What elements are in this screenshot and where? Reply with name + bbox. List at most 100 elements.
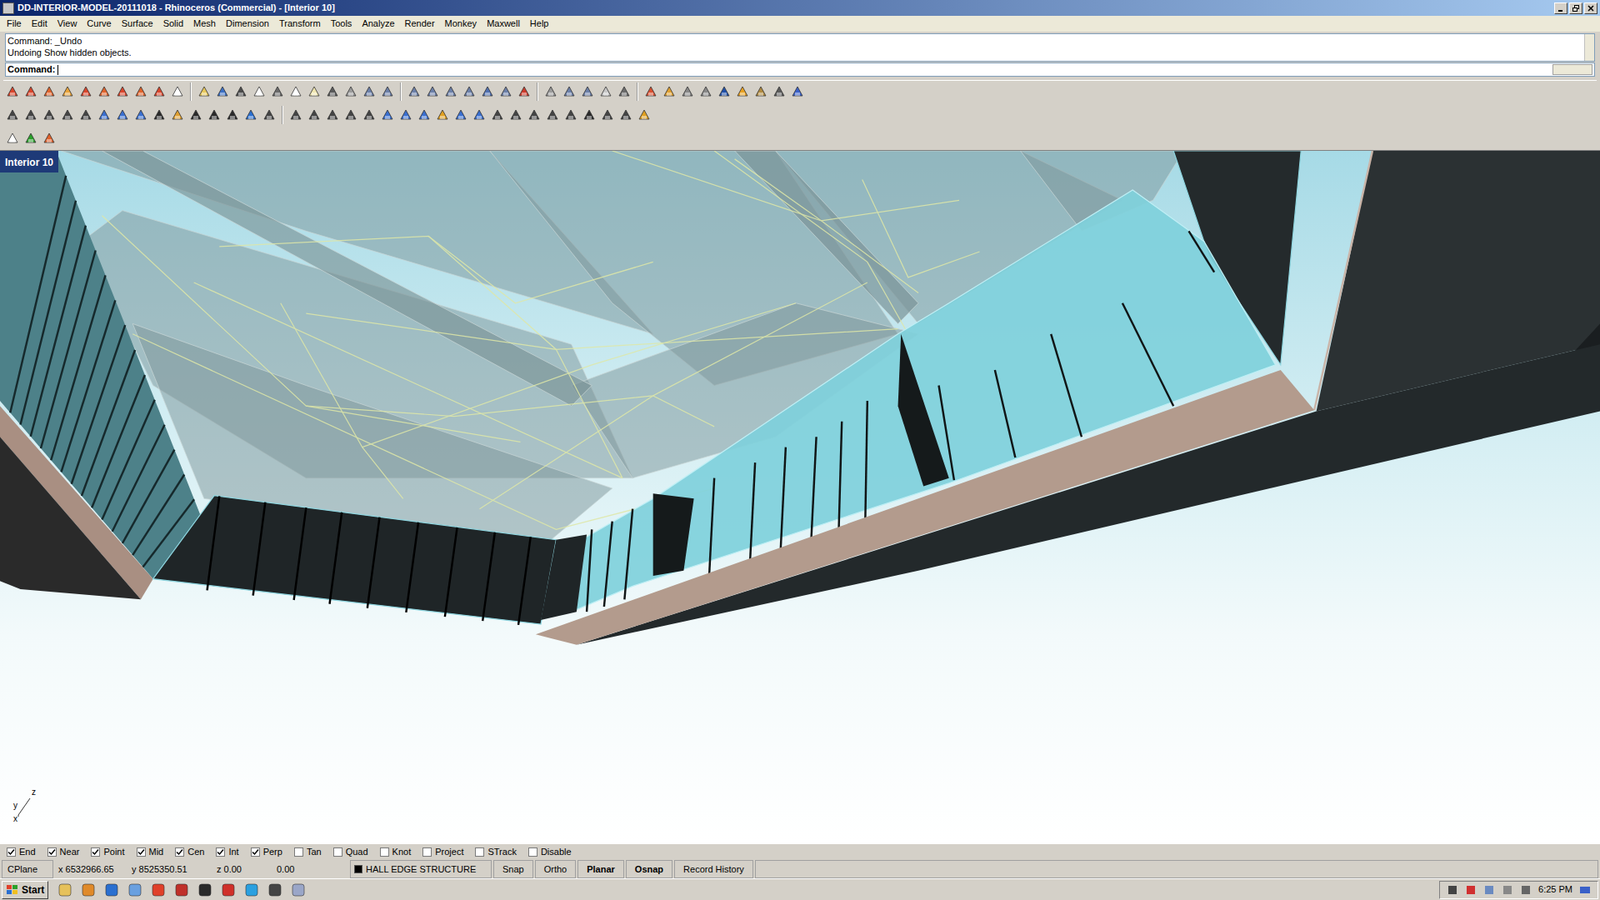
toolbar-button[interactable] bbox=[3, 105, 22, 125]
model-scene[interactable] bbox=[0, 150, 1600, 844]
menu-item[interactable]: View bbox=[52, 19, 83, 29]
toolbar-button[interactable] bbox=[506, 105, 525, 125]
toolbar-button[interactable] bbox=[168, 105, 187, 125]
tray-icon[interactable] bbox=[1483, 884, 1495, 896]
toolbar-button[interactable] bbox=[488, 105, 507, 125]
osnap-item[interactable]: End bbox=[6, 847, 36, 857]
toolbar-button[interactable] bbox=[323, 105, 342, 125]
toolbar-button[interactable] bbox=[433, 105, 452, 125]
menu-item[interactable]: Tools bbox=[325, 19, 358, 29]
toolbar-button[interactable] bbox=[76, 82, 95, 101]
toolbar-button[interactable] bbox=[715, 82, 734, 101]
osnap-item[interactable]: Project bbox=[422, 847, 464, 857]
toolbar-button[interactable] bbox=[396, 105, 415, 125]
toolbar-button[interactable] bbox=[286, 105, 305, 125]
status-toggle[interactable]: Osnap bbox=[625, 860, 673, 879]
taskbar-app[interactable] bbox=[56, 881, 74, 899]
taskbar-app[interactable] bbox=[290, 881, 307, 899]
taskbar-app[interactable] bbox=[220, 881, 237, 899]
menu-item[interactable]: Surface bbox=[116, 19, 159, 29]
toolbar-button[interactable] bbox=[580, 105, 599, 125]
menu-item[interactable]: Edit bbox=[26, 19, 53, 29]
taskbar-app[interactable] bbox=[196, 881, 214, 899]
toolbar-button[interactable] bbox=[260, 105, 279, 125]
toolbar-button[interactable] bbox=[58, 105, 77, 125]
osnap-item[interactable]: Mid bbox=[136, 847, 165, 857]
taskbar-app[interactable] bbox=[173, 881, 190, 899]
toolbar-button[interactable] bbox=[525, 105, 544, 125]
checkbox[interactable] bbox=[475, 847, 485, 857]
toolbar-button[interactable] bbox=[305, 105, 324, 125]
toolbar-button[interactable] bbox=[470, 105, 489, 125]
menu-item[interactable]: File bbox=[1, 19, 27, 29]
toolbar-button[interactable] bbox=[423, 82, 442, 101]
osnap-item[interactable]: Point bbox=[90, 847, 125, 857]
toolbar-button[interactable] bbox=[678, 82, 697, 101]
toolbar-button[interactable] bbox=[186, 105, 205, 125]
desktop-icon[interactable] bbox=[1579, 884, 1591, 896]
toolbar-button[interactable] bbox=[341, 82, 360, 101]
osnap-item[interactable]: Knot bbox=[380, 847, 412, 857]
toolbar-button[interactable] bbox=[515, 82, 534, 101]
checkbox[interactable] bbox=[90, 847, 100, 857]
toolbar-button[interactable] bbox=[660, 82, 679, 101]
toolbar-button[interactable] bbox=[323, 82, 342, 101]
menu-item[interactable]: Solid bbox=[158, 19, 189, 29]
max-button[interactable] bbox=[1569, 2, 1583, 15]
osnap-item[interactable]: Disable bbox=[528, 847, 572, 857]
osnap-item[interactable]: Tan bbox=[294, 847, 322, 857]
menu-item[interactable]: Mesh bbox=[188, 19, 221, 29]
toolbar-button[interactable] bbox=[113, 82, 132, 101]
osnap-item[interactable]: Near bbox=[47, 847, 80, 857]
osnap-item[interactable]: Perp bbox=[250, 847, 283, 857]
taskbar-app[interactable] bbox=[150, 881, 167, 899]
status-toggle[interactable]: Planar bbox=[577, 860, 625, 879]
toolbar-button[interactable] bbox=[131, 82, 150, 101]
tray-icon[interactable] bbox=[1465, 884, 1477, 896]
toolbar-button[interactable] bbox=[696, 82, 715, 101]
toolbar-button[interactable] bbox=[598, 105, 617, 125]
menu-item[interactable]: Monkey bbox=[440, 19, 483, 29]
toolbar-button[interactable] bbox=[95, 105, 114, 125]
menu-item[interactable]: Dimension bbox=[220, 19, 275, 29]
toolbar-button[interactable] bbox=[496, 82, 515, 101]
tray-icon[interactable] bbox=[1501, 884, 1514, 896]
toolbar-button[interactable] bbox=[76, 105, 95, 125]
toolbar-button[interactable] bbox=[40, 105, 59, 125]
toolbar-button[interactable] bbox=[541, 82, 560, 101]
checkbox[interactable] bbox=[6, 847, 16, 857]
checkbox[interactable] bbox=[250, 847, 260, 857]
checkbox[interactable] bbox=[422, 847, 432, 857]
min-button[interactable] bbox=[1554, 2, 1568, 15]
toolbar-button[interactable] bbox=[441, 82, 460, 101]
toolbar-button[interactable] bbox=[113, 105, 132, 125]
toolbar-button[interactable] bbox=[150, 82, 169, 101]
toolbar-button[interactable] bbox=[305, 82, 324, 101]
menu-item[interactable]: Curve bbox=[81, 19, 116, 29]
toolbar-button[interactable] bbox=[250, 82, 269, 101]
checkbox[interactable] bbox=[136, 847, 146, 857]
toolbar-button[interactable] bbox=[405, 82, 424, 101]
toolbar-button[interactable] bbox=[195, 82, 214, 101]
toolbar-button[interactable] bbox=[268, 82, 287, 101]
toolbar-button[interactable] bbox=[21, 82, 40, 101]
toolbar-button[interactable] bbox=[223, 105, 242, 125]
menu-item[interactable]: Help bbox=[525, 19, 555, 29]
toolbar-button[interactable] bbox=[3, 82, 22, 101]
toolbar-button[interactable] bbox=[40, 82, 59, 101]
command-prompt[interactable]: Command: bbox=[5, 62, 1595, 77]
checkbox[interactable] bbox=[294, 847, 304, 857]
layer-field[interactable]: HALL EDGE STRUCTURE bbox=[350, 860, 492, 879]
toolbar-button[interactable] bbox=[131, 105, 150, 125]
toolbar-button[interactable] bbox=[451, 105, 470, 125]
toolbar-button[interactable] bbox=[615, 82, 634, 101]
osnap-item[interactable]: STrack bbox=[475, 847, 516, 857]
toolbar-button[interactable] bbox=[150, 105, 169, 125]
toolbar-button[interactable] bbox=[561, 105, 580, 125]
viewport[interactable]: Interior 10zyx bbox=[0, 150, 1600, 844]
toolbar-button[interactable] bbox=[213, 82, 232, 101]
checkbox[interactable] bbox=[528, 847, 538, 857]
checkbox[interactable] bbox=[175, 847, 185, 857]
toolbar-button[interactable] bbox=[286, 82, 305, 101]
osnap-item[interactable]: Quad bbox=[333, 847, 369, 857]
